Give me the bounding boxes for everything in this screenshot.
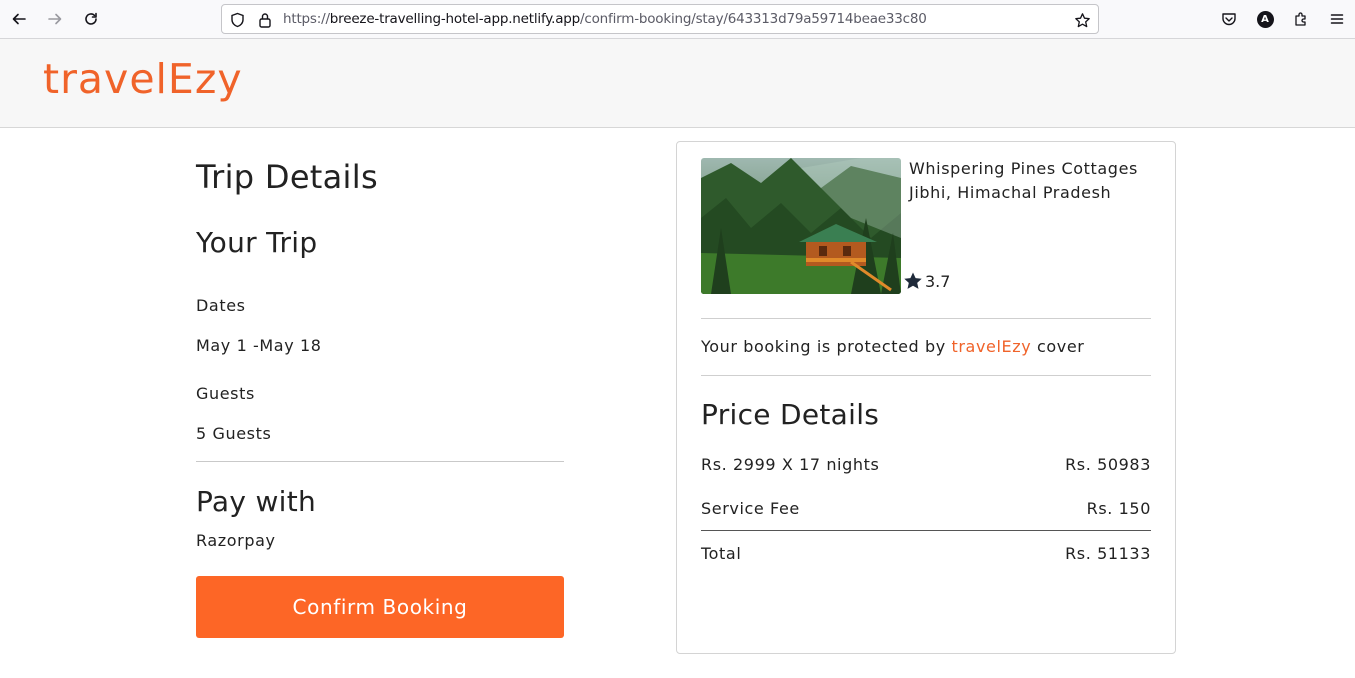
hotel-location: Jibhi, Himachal Pradesh <box>909 183 1112 202</box>
hotel-rating: 3.7 <box>903 271 950 291</box>
protection-notice: Your booking is protected by travelEzy c… <box>701 337 1084 356</box>
dates-label: Dates <box>196 296 246 315</box>
forward-icon[interactable] <box>44 8 66 30</box>
nights-value: Rs. 50983 <box>1065 455 1151 474</box>
url-path: /confirm-booking/stay/643313d79a59714bea… <box>580 11 927 27</box>
confirm-booking-button[interactable]: Confirm Booking <box>196 576 564 638</box>
url-text[interactable]: https://breeze-travelling-hotel-app.netl… <box>283 11 927 27</box>
browser-toolbar: https://breeze-travelling-hotel-app.netl… <box>0 0 1355 39</box>
price-details-heading: Price Details <box>701 398 880 431</box>
page-title: Trip Details <box>196 158 378 196</box>
reload-icon[interactable] <box>80 8 102 30</box>
dates-value: May 1 -May 18 <box>196 336 322 355</box>
site-header: travelEzy <box>0 39 1355 128</box>
hotel-name: Whispering Pines Cottages <box>909 159 1138 178</box>
divider <box>701 530 1151 531</box>
back-icon[interactable] <box>8 8 30 30</box>
fee-label: Service Fee <box>701 499 800 518</box>
brand-logo[interactable]: travelEzy <box>43 55 243 103</box>
shield-icon[interactable] <box>228 11 246 29</box>
pocket-icon[interactable] <box>1218 8 1240 30</box>
account-avatar[interactable]: A <box>1254 8 1276 30</box>
star-icon <box>904 272 922 289</box>
address-bar[interactable]: https://breeze-travelling-hotel-app.netl… <box>221 4 1099 34</box>
hotel-image <box>701 158 901 294</box>
menu-icon[interactable] <box>1326 8 1348 30</box>
bookmark-star-icon[interactable] <box>1073 11 1091 29</box>
divider <box>701 318 1151 319</box>
fee-value: Rs. 150 <box>1086 499 1151 518</box>
url-host: breeze-travelling-hotel-app.netlify.app <box>329 11 581 27</box>
divider <box>196 461 564 462</box>
divider <box>701 375 1151 376</box>
guests-value: 5 Guests <box>196 424 272 443</box>
total-value: Rs. 51133 <box>1065 544 1151 563</box>
nights-row: Rs. 2999 X 17 nights Rs. 50983 <box>701 455 1151 474</box>
total-row: Total Rs. 51133 <box>701 544 1151 563</box>
guests-label: Guests <box>196 384 255 403</box>
booking-summary-card: Whispering Pines Cottages Jibhi, Himacha… <box>676 141 1176 654</box>
protect-prefix: Your booking is protected by <box>701 337 952 356</box>
protect-brand: travelEzy <box>951 337 1032 356</box>
url-prefix: https:// <box>283 11 330 27</box>
account-initial: A <box>1256 10 1274 28</box>
pay-with-heading: Pay with <box>196 485 317 518</box>
extensions-icon[interactable] <box>1290 8 1312 30</box>
lock-icon[interactable] <box>256 11 274 29</box>
service-fee-row: Service Fee Rs. 150 <box>701 499 1151 518</box>
rating-value: 3.7 <box>925 271 951 291</box>
nights-label: Rs. 2999 X 17 nights <box>701 455 880 474</box>
protect-suffix: cover <box>1031 337 1085 356</box>
payment-method: Razorpay <box>196 531 276 550</box>
total-label: Total <box>701 544 742 563</box>
your-trip-heading: Your Trip <box>196 226 318 259</box>
